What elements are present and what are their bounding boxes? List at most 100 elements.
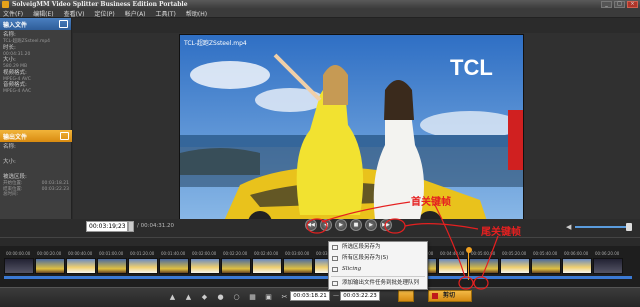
thumbnail	[4, 258, 34, 274]
thumbnail	[593, 258, 623, 274]
timeline-tick: 00:00:00.00	[6, 251, 31, 256]
batch-icon	[332, 281, 338, 286]
output-folder-icon[interactable]	[60, 132, 69, 140]
close-button[interactable]: ×	[627, 1, 638, 8]
save-selected-segment-item[interactable]: 所选区段另存为	[329, 242, 427, 253]
transport-buttons: ◀◀ ◀ ▶ ■ ▶ ▶▶	[305, 219, 392, 231]
input-audio-format-label: 音频格式:	[3, 82, 27, 88]
time-spinner[interactable]	[128, 221, 134, 232]
prev-keyframe-button[interactable]: ◀◀	[305, 219, 317, 231]
output-size-label: 大小:	[3, 159, 16, 165]
add-to-batch-item[interactable]: 添加输出文件任务到批处理队列	[329, 278, 427, 289]
input-video-format-label: 视频格式:	[3, 69, 27, 76]
menu-item-label: Slicing	[342, 266, 362, 272]
input-size-label: 大小:	[3, 57, 16, 63]
segment-start-time[interactable]: 00:03:18.21	[290, 291, 330, 301]
menu-account[interactable]: 帐户(A)	[125, 9, 146, 18]
info-sidebar: 输入文件 名称: TCL-超跑ZSsteel.mp4 时长: 00:04:31.…	[0, 18, 72, 237]
timeline-tick: 00:05:00.00	[471, 251, 496, 256]
output-file-section: 输出文件 名称: 大小: 被选区段: 开始位置: 00:03:18.21 结束位…	[0, 130, 72, 200]
marker-icon[interactable]: ◆	[200, 293, 209, 302]
thumbnail-track[interactable]	[4, 258, 632, 274]
timeline-tick: 00:02:00.00	[192, 251, 217, 256]
timeline-tick: 00:00:20.00	[37, 251, 62, 256]
play-button[interactable]: ▶	[335, 219, 347, 231]
thumbnail	[159, 258, 189, 274]
thumbnail	[283, 258, 313, 274]
segment-end-time[interactable]: 00:03:22.23	[340, 291, 380, 301]
save-button[interactable]	[398, 290, 414, 302]
output-file-info: 名称: 大小: 被选区段: 开始位置: 00:03:18.21 结束位置: 00…	[0, 142, 72, 200]
volume-slider[interactable]	[575, 226, 627, 228]
first-keyframe-annotation: 首关键帧	[411, 197, 451, 208]
thumbnail	[97, 258, 127, 274]
toolbar-icons: ▲ ▲ ◆ ● ○ ▦ ▣ ✂	[168, 293, 289, 302]
next-keyframe-button[interactable]: ▶▶	[380, 219, 392, 231]
save-all-segments-item[interactable]: 所有区段另存为(S)	[329, 253, 427, 264]
timeline-tick: 00:03:00.00	[285, 251, 310, 256]
thumbnail	[500, 258, 530, 274]
timeline-tick: 00:05:20.00	[502, 251, 527, 256]
playhead-marker[interactable]	[466, 247, 472, 253]
zoom-in-icon[interactable]: ▲	[168, 293, 177, 302]
menu-position[interactable]: 定位(P)	[94, 9, 114, 18]
minimize-button[interactable]: _	[601, 1, 612, 8]
volume-knob[interactable]	[626, 223, 632, 231]
thumbnail	[221, 258, 251, 274]
current-time-input[interactable]: 00:03:19;23	[86, 221, 128, 232]
menu-edit[interactable]: 编辑(E)	[33, 9, 53, 18]
timeline-times: 00:00:00.00 00:00:20.00 00:00:40.00 00:0…	[6, 251, 636, 257]
menu-tools[interactable]: 工具(T)	[156, 9, 176, 18]
speaker-icon[interactable]: ◀	[566, 223, 571, 231]
open-file-icon[interactable]	[59, 20, 68, 28]
thumbnail	[531, 258, 561, 274]
image-icon[interactable]: ▣	[264, 293, 273, 302]
input-audio-format-value: MPEG-4 AAC	[3, 89, 32, 94]
thumbnail	[252, 258, 282, 274]
save-icon	[332, 245, 338, 250]
input-file-info: 名称: TCL-超跑ZSsteel.mp4 时长: 00:04:31.20 大小…	[0, 30, 71, 97]
last-keyframe-annotation: 尾关键帧	[481, 227, 521, 238]
step-back-button[interactable]: ◀	[320, 219, 332, 231]
timeline-selection-bar[interactable]	[4, 276, 632, 279]
flag-icon	[432, 293, 438, 299]
app-icon	[2, 1, 9, 8]
input-duration-label: 时长:	[3, 44, 16, 51]
zoom-out-icon[interactable]: ▲	[184, 293, 193, 302]
output-name-label: 名称:	[3, 144, 16, 150]
menu-item-label: 所有区段另存为(S)	[342, 255, 389, 261]
step-forward-button[interactable]: ▶	[365, 219, 377, 231]
thumbnail	[562, 258, 592, 274]
slicing-item[interactable]: Slicing	[329, 264, 427, 275]
save-all-icon	[332, 256, 338, 261]
input-file-header: 输入文件	[0, 18, 71, 30]
output-file-title: 输出文件	[3, 133, 28, 141]
thumb-icon[interactable]: ●	[216, 293, 225, 302]
menu-help[interactable]: 帮助(H)	[186, 9, 207, 18]
input-file-title: 输入文件	[3, 21, 28, 29]
comment-icon[interactable]: ○	[232, 293, 241, 302]
menu-view[interactable]: 查看(V)	[64, 9, 85, 18]
timeline-tick: 00:02:40.00	[254, 251, 279, 256]
stop-button[interactable]: ■	[350, 219, 362, 231]
maximize-button[interactable]: □	[614, 1, 625, 8]
selected-segment-label: 被选区段:	[3, 174, 27, 180]
thumbnail	[190, 258, 220, 274]
thumbnail	[66, 258, 96, 274]
grid-icon[interactable]: ▦	[248, 293, 257, 302]
video-frame[interactable]: TCL TCL-超跑ZSsteel.mp4	[179, 34, 524, 229]
timeline-tick: 00:02:20.00	[223, 251, 248, 256]
cut-icon[interactable]: ✂	[280, 293, 289, 302]
video-viewer: TCL TCL-超跑ZSsteel.mp4	[73, 18, 640, 237]
timeline-tick: 00:00:40.00	[68, 251, 93, 256]
menu-file[interactable]: 文件(F)	[3, 9, 23, 18]
playhead-line	[468, 252, 469, 280]
timeline-tick: 00:01:40.00	[161, 251, 186, 256]
total-duration: / 00:04:31.20	[137, 223, 175, 229]
timeline-tick: 00:01:00.00	[99, 251, 124, 256]
timeline-tick: 00:05:40.00	[533, 251, 558, 256]
context-menu: 所选区段另存为 所有区段另存为(S) Slicing 添加输出文件任务到批处理队…	[328, 241, 428, 290]
timeline-ruler[interactable]	[0, 238, 640, 246]
split-button[interactable]: 剪切	[428, 290, 472, 302]
input-name-label: 名称:	[3, 32, 16, 38]
